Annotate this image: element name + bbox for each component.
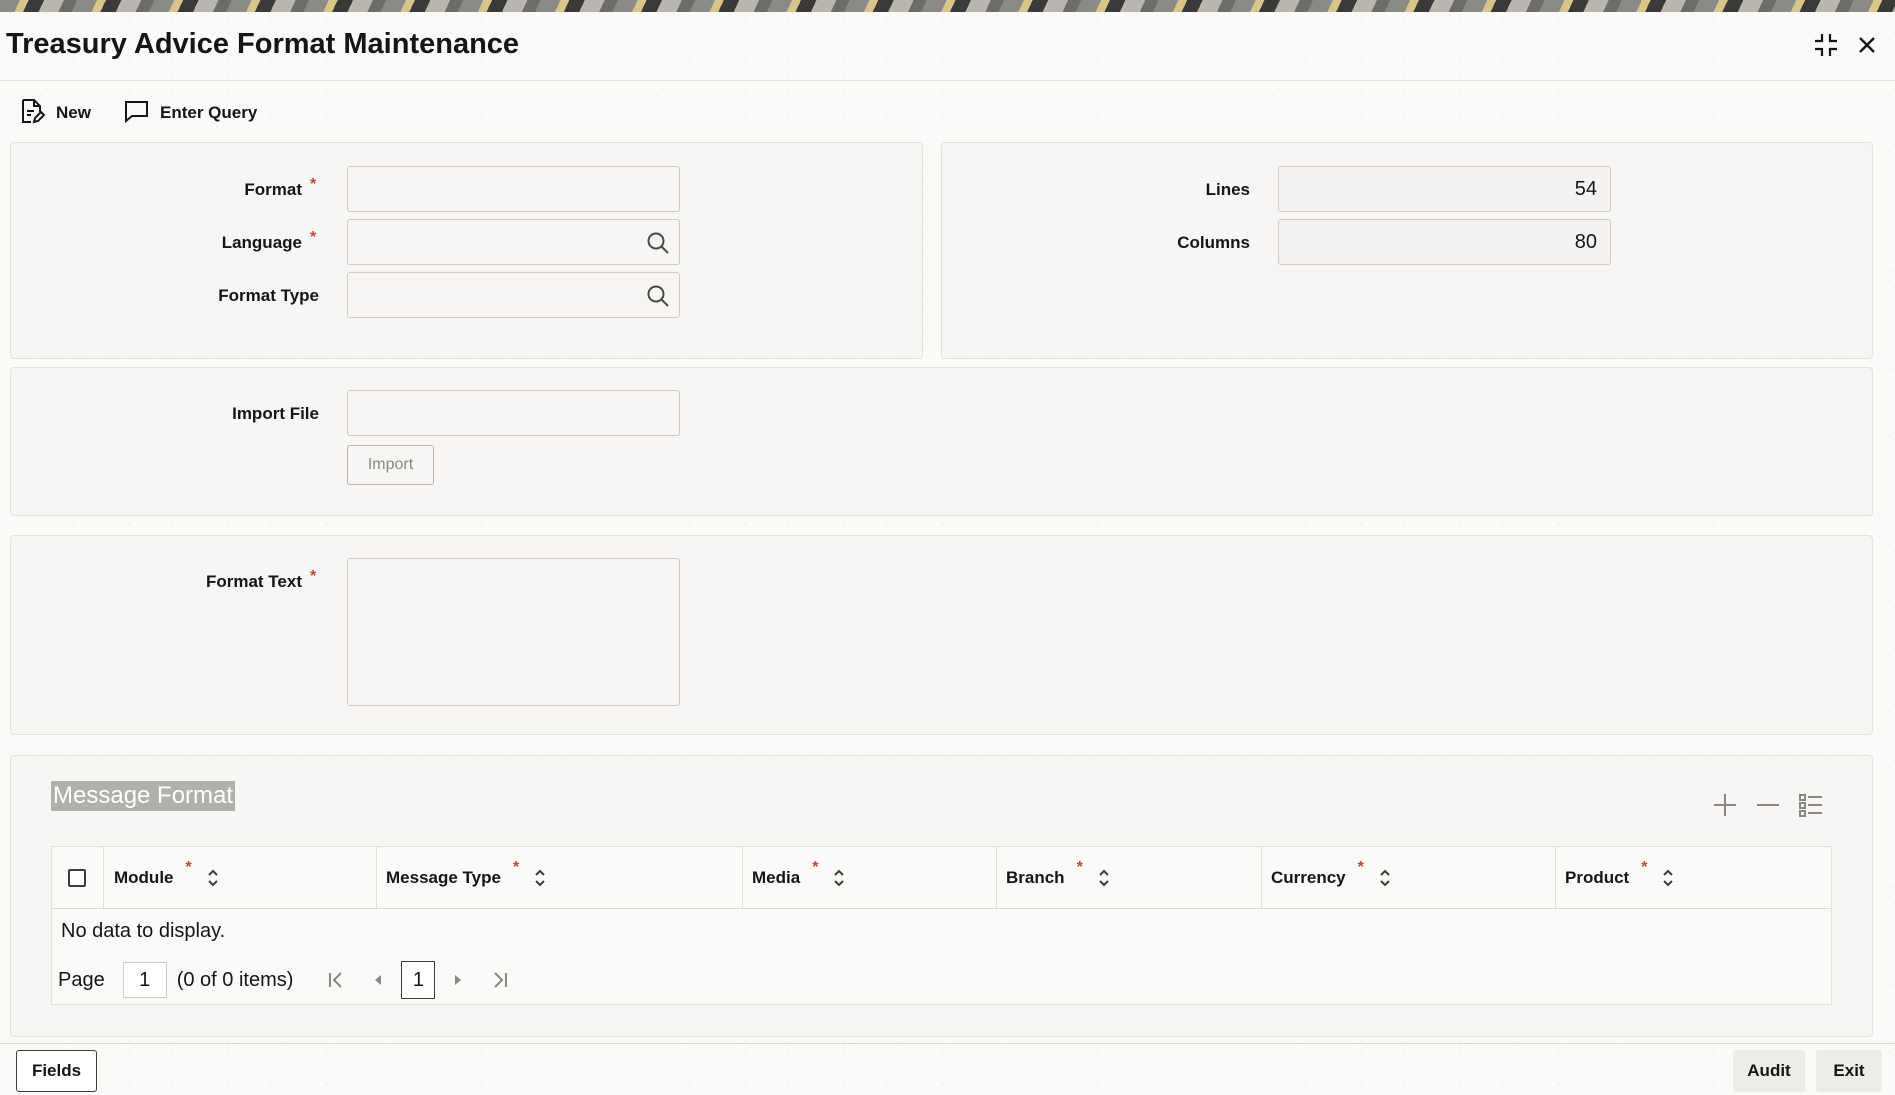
empty-grid-message: No data to display. (61, 920, 226, 942)
footer-divider (0, 1043, 1895, 1044)
format-text-panel (10, 535, 1873, 735)
sort-icon[interactable] (1378, 869, 1392, 887)
column-header-media[interactable]: Media * (742, 847, 996, 908)
exit-button[interactable]: Exit (1816, 1050, 1882, 1092)
single-view-icon[interactable] (1796, 790, 1826, 820)
minimize-icon[interactable] (1811, 30, 1841, 60)
format-type-input[interactable] (347, 272, 680, 318)
format-input[interactable] (347, 166, 680, 212)
previous-page-icon[interactable] (367, 969, 389, 991)
language-label: Language (221, 233, 302, 252)
sort-icon[interactable] (1661, 869, 1675, 887)
comment-icon (122, 97, 150, 130)
title-divider (0, 80, 1895, 81)
sort-icon[interactable] (206, 869, 220, 887)
last-page-icon[interactable] (489, 969, 511, 991)
page-title: Treasury Advice Format Maintenance (6, 28, 520, 60)
column-header-branch[interactable]: Branch * (996, 847, 1261, 908)
language-required-marker: * (310, 229, 317, 246)
columns-label: Columns (1177, 233, 1250, 252)
format-text-required-marker: * (310, 568, 317, 585)
current-page[interactable]: 1 (401, 961, 436, 999)
language-input[interactable] (347, 219, 680, 265)
items-count: (0 of 0 items) (176, 968, 294, 991)
lines-label: Lines (1205, 180, 1250, 199)
message-format-title: Message Format (51, 781, 236, 811)
new-button-label: New (56, 103, 91, 122)
column-header-currency[interactable]: Currency * (1261, 847, 1555, 908)
grid-header-row: Module * Message Type * Media * Branch *… (52, 847, 1831, 909)
page-label: Page (58, 968, 105, 991)
page-number-input[interactable]: 1 (122, 962, 167, 998)
column-header-product[interactable]: Product * (1555, 847, 1831, 908)
select-all-checkbox[interactable] (68, 869, 86, 887)
next-page-icon[interactable] (447, 969, 469, 991)
import-file-label: Import File (232, 404, 319, 423)
pagination: Page 1 (0 of 0 items) 1 (58, 961, 511, 999)
import-button[interactable]: Import (347, 445, 434, 485)
import-file-input[interactable] (347, 390, 680, 436)
add-row-icon[interactable] (1710, 790, 1740, 820)
format-label: Format (244, 180, 302, 199)
format-type-label: Format Type (218, 286, 319, 305)
column-header-message-type[interactable]: Message Type * (376, 847, 742, 908)
delete-row-icon[interactable] (1753, 790, 1783, 820)
enter-query-button[interactable]: Enter Query (122, 98, 257, 128)
new-document-icon (18, 97, 46, 130)
columns-value: 80 (1574, 231, 1597, 253)
format-text-textarea[interactable] (347, 558, 680, 706)
first-page-icon[interactable] (325, 969, 347, 991)
new-button[interactable]: New (18, 98, 91, 128)
search-icon[interactable] (645, 283, 671, 309)
audit-button[interactable]: Audit (1733, 1050, 1805, 1092)
search-icon[interactable] (645, 230, 671, 256)
format-text-label: Format Text (205, 572, 302, 591)
sort-icon[interactable] (533, 869, 547, 887)
message-format-grid: Module * Message Type * Media * Branch *… (51, 846, 1832, 1005)
columns-field[interactable]: 80 (1278, 219, 1611, 265)
import-panel (10, 367, 1873, 516)
sort-icon[interactable] (1097, 869, 1111, 887)
header-banner (0, 0, 1895, 12)
close-icon[interactable] (1852, 30, 1882, 60)
sort-icon[interactable] (832, 869, 846, 887)
enter-query-label: Enter Query (160, 103, 258, 122)
format-required-marker: * (310, 176, 317, 193)
column-header-module[interactable]: Module * (103, 847, 376, 908)
lines-value: 54 (1574, 178, 1597, 200)
fields-button[interactable]: Fields (16, 1050, 97, 1092)
lines-field[interactable]: 54 (1278, 166, 1611, 212)
